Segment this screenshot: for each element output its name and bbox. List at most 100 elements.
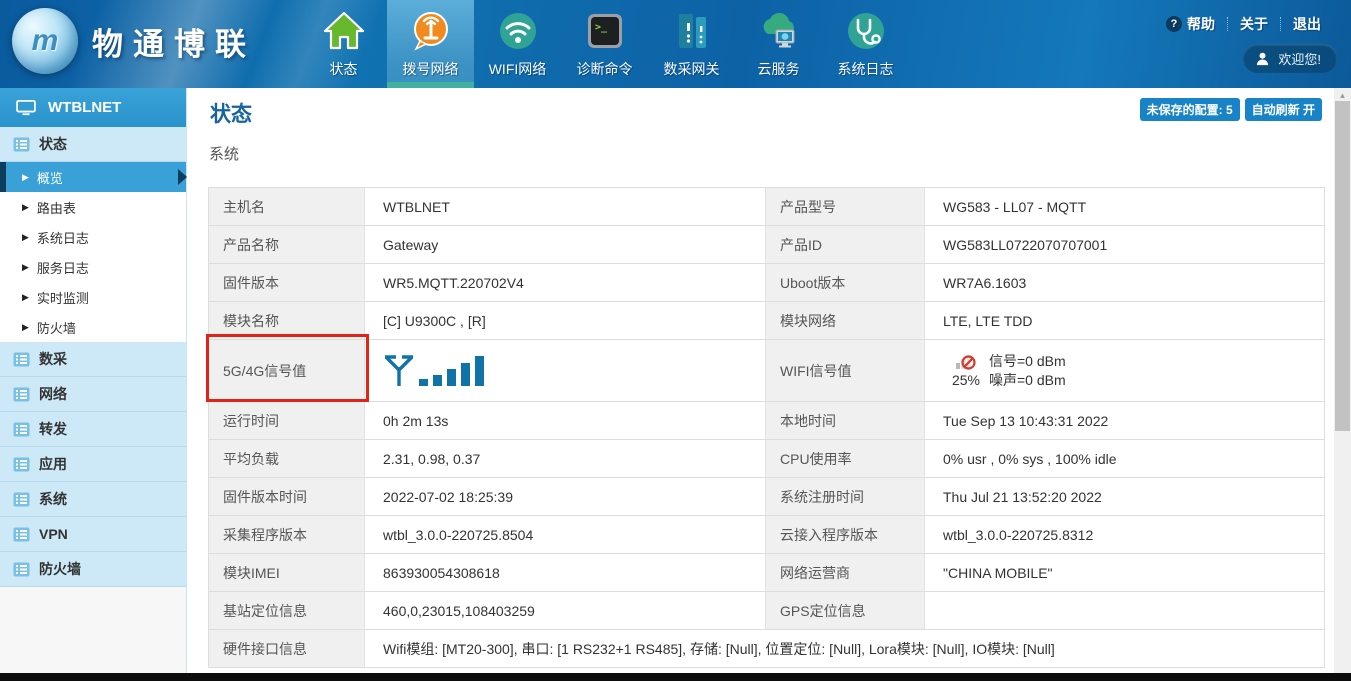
top-links: ? 帮助 关于 退出 <box>1154 14 1333 34</box>
row-label: 基站定位信息 <box>209 592 365 629</box>
submenu-arrow-icon: ▶ <box>22 322 29 333</box>
nav-status[interactable]: 状态 <box>300 0 387 88</box>
nav-system-log[interactable]: 系统日志 <box>822 0 909 88</box>
row-value: 2.31, 0.98, 0.37 <box>365 440 765 477</box>
nav-label: 拨号网络 <box>403 59 459 79</box>
submenu-arrow-icon: ▶ <box>22 292 29 303</box>
row-value: LTE, LTE TDD <box>925 302 1324 339</box>
row-value: 2022-07-02 18:25:39 <box>365 478 765 515</box>
wifi-noise-value: 噪声=0 dBm <box>989 370 1066 390</box>
nav-wifi-network[interactable]: WIFI网络 <box>474 0 561 88</box>
dial-network-icon <box>408 8 454 54</box>
row-label: 固件版本 <box>209 264 365 301</box>
list-icon <box>13 352 30 367</box>
sidebar-item-data-collection[interactable]: 数采 <box>0 342 186 377</box>
wifi-icon <box>495 8 541 54</box>
sidebar-item-label: 状态 <box>39 134 67 154</box>
row-label: 云接入程序版本 <box>765 516 925 553</box>
sidebar-item-label: 数采 <box>39 349 67 369</box>
vertical-scrollbar[interactable]: ▲ <box>1334 88 1351 673</box>
list-icon <box>13 457 30 472</box>
logout-label: 退出 <box>1293 14 1321 34</box>
row-value: 460,0,23015,108403259 <box>365 592 765 629</box>
sidebar-sub-realtime-monitor[interactable]: ▶ 实时监测 <box>0 282 186 312</box>
submenu-label: 服务日志 <box>37 258 89 277</box>
cloud-service-icon <box>756 8 802 54</box>
row-value: 0h 2m 13s <box>365 402 765 439</box>
sidebar-sub-firewall[interactable]: ▶ 防火墙 <box>0 312 186 342</box>
nav-label: 数采网关 <box>664 59 720 79</box>
logout-link[interactable]: 退出 <box>1281 14 1333 34</box>
submenu-label: 实时监测 <box>37 288 89 307</box>
wifi-percent: 25% <box>943 372 989 388</box>
table-row: 产品名称 Gateway 产品ID WG583LL0722070707001 <box>209 226 1324 264</box>
stethoscope-icon <box>843 8 889 54</box>
sidebar-item-label: 应用 <box>39 454 67 474</box>
sidebar-item-firewall[interactable]: 防火墙 <box>0 552 186 587</box>
sidebar-item-vpn[interactable]: VPN <box>0 517 186 552</box>
sidebar-item-network[interactable]: 网络 <box>0 377 186 412</box>
help-link[interactable]: ? 帮助 <box>1154 14 1227 34</box>
row-label: 系统注册时间 <box>765 478 925 515</box>
table-row: 模块IMEI 863930054308618 网络运营商 "CHINA MOBI… <box>209 554 1324 592</box>
globe-logo-icon: m <box>12 8 78 74</box>
scrollbar-thumb[interactable] <box>1335 101 1350 431</box>
row-value: WG583LL0722070707001 <box>925 226 1324 263</box>
row-label: 产品ID <box>765 226 925 263</box>
sidebar-sub-overview[interactable]: ▶ 概览 <box>0 162 186 192</box>
nav-cloud-service[interactable]: 云服务 <box>735 0 822 88</box>
row-value: WTBLNET <box>365 188 765 225</box>
welcome-button[interactable]: 欢迎您! <box>1243 44 1337 73</box>
sidebar-item-system[interactable]: 系统 <box>0 482 186 517</box>
terminal-icon: >_ <box>582 8 628 54</box>
row-label: 运行时间 <box>209 402 365 439</box>
table-row: 基站定位信息 460,0,23015,108403259 GPS定位信息 <box>209 592 1324 630</box>
row-value: WG583 - LL07 - MQTT <box>925 188 1324 225</box>
cellular-signal-cell <box>365 340 765 401</box>
submenu-arrow-icon: ▶ <box>22 172 29 183</box>
row-label: 平均负载 <box>209 440 365 477</box>
about-label: 关于 <box>1240 14 1268 34</box>
table-row: 固件版本时间 2022-07-02 18:25:39 系统注册时间 Thu Ju… <box>209 478 1324 516</box>
submenu-arrow-icon: ▶ <box>22 202 29 213</box>
row-label: 产品名称 <box>209 226 365 263</box>
sidebar-item-status[interactable]: 状态 <box>0 127 186 162</box>
about-link[interactable]: 关于 <box>1228 14 1280 34</box>
autorefresh-badge[interactable]: 自动刷新 开 <box>1245 98 1322 121</box>
sidebar-sub-system-log[interactable]: ▶ 系统日志 <box>0 222 186 252</box>
wifi-signal-value: 信号=0 dBm <box>989 351 1066 371</box>
cellular-signal-icon <box>383 353 501 389</box>
nav-diagnostics[interactable]: >_ 诊断命令 <box>561 0 648 88</box>
unsaved-config-badge[interactable]: 未保存的配置: 5 <box>1140 98 1240 121</box>
list-icon <box>13 387 30 402</box>
user-icon <box>1255 51 1270 66</box>
submenu-arrow-icon: ▶ <box>22 262 29 273</box>
row-label-wifi-signal: WIFI信号值 <box>765 340 925 401</box>
sidebar-item-label: 网络 <box>39 384 67 404</box>
list-icon <box>13 422 30 437</box>
nav-data-gateway[interactable]: 数采网关 <box>648 0 735 88</box>
table-row: 采集程序版本 wtbl_3.0.0-220725.8504 云接入程序版本 wt… <box>209 516 1324 554</box>
row-value: Thu Jul 21 13:52:20 2022 <box>925 478 1324 515</box>
table-row: 模块名称 [C] U9300C , [R] 模块网络 LTE, LTE TDD <box>209 302 1324 340</box>
sidebar-item-application[interactable]: 应用 <box>0 447 186 482</box>
sidebar-sub-route-table[interactable]: ▶ 路由表 <box>0 192 186 222</box>
nav-dial-network[interactable]: 拨号网络 <box>387 0 474 88</box>
sidebar-sub-service-log[interactable]: ▶ 服务日志 <box>0 252 186 282</box>
submenu-label: 概览 <box>37 168 63 187</box>
sidebar-item-forwarding[interactable]: 转发 <box>0 412 186 447</box>
row-value: WR7A6.1603 <box>925 264 1324 301</box>
list-icon <box>13 527 30 542</box>
table-row: 固件版本 WR5.MQTT.220702V4 Uboot版本 WR7A6.160… <box>209 264 1324 302</box>
wifi-signal-cell: 信号=0 dBm 25% 噪声=0 dBm <box>925 340 1324 401</box>
list-icon <box>13 137 30 152</box>
scroll-up-arrow-icon[interactable]: ▲ <box>1334 88 1351 102</box>
row-label: 模块网络 <box>765 302 925 339</box>
row-label: 本地时间 <box>765 402 925 439</box>
globe-letter: m <box>32 24 59 58</box>
sidebar-item-label: VPN <box>39 526 68 542</box>
row-value: wtbl_3.0.0-220725.8312 <box>925 516 1324 553</box>
brand-name: 物通博联 <box>92 19 256 64</box>
wifi-disabled-icon <box>955 352 977 370</box>
welcome-label: 欢迎您! <box>1278 49 1321 68</box>
